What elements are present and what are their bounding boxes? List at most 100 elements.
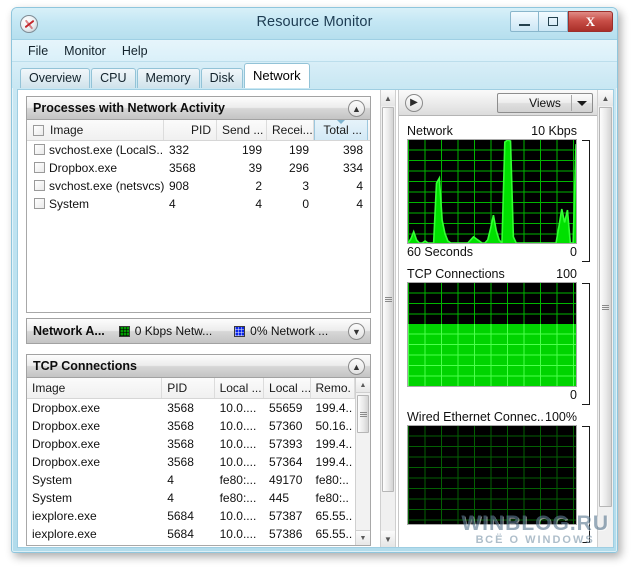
scroll-thumb[interactable]: [382, 107, 394, 492]
processes-panel-header[interactable]: Processes with Network Activity ▲: [26, 96, 371, 120]
row-checkbox[interactable]: [34, 162, 45, 173]
chevron-right-icon[interactable]: ▶: [405, 93, 423, 112]
cell-remote-address: fe80:..: [315, 491, 349, 505]
tcp-grid: Image PID Local ... Local ... Remo. Drop…: [26, 378, 371, 546]
network-activity-header[interactable]: Network A... 0 Kbps Netw... 0% Network .…: [26, 318, 371, 344]
table-row[interactable]: Dropbox.exe 3568 39 296 334: [27, 159, 370, 177]
cell-image: iexplore.exe: [32, 527, 97, 541]
cell-image: System: [49, 197, 90, 211]
table-row[interactable]: System 4 fe80:... 49170 fe80:..: [27, 471, 370, 489]
tab-overview[interactable]: Overview: [20, 68, 91, 88]
graph-network-max: 10 Kbps: [531, 124, 577, 138]
network-activity-bar: Network A... 0 Kbps Netw... 0% Network .…: [26, 318, 371, 344]
row-checkbox[interactable]: [34, 144, 45, 155]
column-header-pid[interactable]: PID: [164, 120, 217, 140]
cell-image: Dropbox.exe: [32, 437, 101, 451]
select-all-checkbox[interactable]: [33, 125, 44, 136]
menu-item-help[interactable]: Help: [114, 42, 156, 60]
scroll-up-button[interactable]: ▲: [381, 90, 395, 106]
cell-local-address: fe80:...: [219, 473, 257, 487]
table-row[interactable]: System 4 4 0 4: [27, 195, 370, 213]
tcp-grid-scrollbar[interactable]: ▲ ▼: [355, 378, 370, 545]
scroll-thumb[interactable]: [599, 107, 612, 507]
cell-pid: 908: [169, 179, 190, 193]
grip-icon: [359, 411, 367, 418]
scroll-thumb[interactable]: [357, 395, 369, 433]
column-header-remote-address[interactable]: Remo.: [311, 378, 356, 398]
table-row[interactable]: Dropbox.exe 3568 10.0.... 57360 50.16..: [27, 417, 370, 435]
axis-bracket: [582, 283, 590, 405]
grip-icon: [602, 304, 609, 311]
cell-send: 4: [255, 197, 262, 211]
menu-item-file[interactable]: File: [20, 42, 56, 60]
column-header-local-port[interactable]: Local ...: [264, 378, 311, 398]
legend-swatch-green-icon: [118, 325, 130, 337]
table-row[interactable]: svchost.exe (LocalS... 332 199 199 398: [27, 141, 370, 159]
table-row[interactable]: iexplore.exe 5684 10.0.... 57387 65.55..: [27, 507, 370, 525]
tab-memory[interactable]: Memory: [136, 68, 200, 88]
graph-stack: Network 10 Kbps 60 Seconds 0 TCP Connect…: [399, 117, 599, 547]
cell-total: 334: [342, 161, 363, 175]
close-button[interactable]: X: [568, 11, 613, 32]
cell-image: svchost.exe (netsvcs): [49, 179, 164, 193]
chevron-up-icon[interactable]: ▲: [348, 358, 365, 375]
maximize-icon: [548, 17, 558, 26]
chevron-up-icon[interactable]: ▲: [348, 100, 365, 117]
column-header-image[interactable]: Image: [27, 378, 163, 398]
maximize-button[interactable]: [539, 11, 568, 32]
column-header-image[interactable]: Image: [27, 120, 164, 140]
table-row[interactable]: Dropbox.exe 3568 10.0.... 57364 199.4..: [27, 453, 370, 471]
row-checkbox[interactable]: [34, 198, 45, 209]
column-header-local-address[interactable]: Local ...: [215, 378, 265, 398]
title-bar: Resource Monitor X: [12, 8, 617, 40]
graph-tcp-footer: 0: [407, 387, 591, 403]
column-header-receive[interactable]: Recei...: [267, 120, 314, 140]
scroll-down-button[interactable]: ▼: [381, 531, 395, 547]
graph-tcp-plot: [407, 282, 577, 387]
cell-local-address: fe80:...: [219, 491, 257, 505]
column-header-pid[interactable]: PID: [162, 378, 215, 398]
cell-image: Dropbox.exe: [32, 419, 101, 433]
column-header-total[interactable]: Total ...: [314, 120, 368, 140]
tab-network[interactable]: Network: [243, 63, 310, 88]
scroll-up-button[interactable]: ▲: [356, 378, 370, 393]
grip-icon: [384, 296, 392, 303]
graph-ethernet-title: Wired Ethernet Connec...: [407, 410, 546, 424]
graph-network-plot: [407, 139, 577, 244]
chevron-down-icon[interactable]: ▼: [348, 323, 365, 340]
table-row[interactable]: Dropbox.exe 3568 10.0.... 55659 199.4..: [27, 399, 370, 417]
tab-disk[interactable]: Disk: [200, 68, 243, 88]
cell-send: 2: [255, 179, 262, 193]
cell-image: Dropbox.exe: [49, 161, 118, 175]
row-checkbox[interactable]: [34, 180, 45, 191]
views-button-label: Views: [529, 96, 561, 110]
table-row[interactable]: Dropbox.exe 3568 10.0.... 57393 199.4..: [27, 435, 370, 453]
left-pane-scrollbar[interactable]: ▲ ▼: [380, 90, 396, 547]
cell-local-address: 10.0....: [219, 401, 257, 415]
tab-cpu[interactable]: CPU: [91, 68, 136, 88]
cell-receive: 199: [288, 143, 309, 157]
table-row[interactable]: svchost.exe (netsvcs) 908 2 3 4: [27, 177, 370, 195]
legend-network-utilization: 0% Network ...: [234, 324, 328, 338]
axis-bracket: [582, 140, 590, 262]
minimize-button[interactable]: [510, 11, 539, 32]
cell-pid: 332: [169, 143, 190, 157]
processes-panel-title: Processes with Network Activity: [33, 101, 225, 115]
graph-pane-scrollbar[interactable]: ▲: [597, 90, 613, 547]
menu-item-monitor[interactable]: Monitor: [56, 42, 114, 60]
table-row[interactable]: iexplore.exe 5684 10.0.... 57386 65.55..: [27, 525, 370, 543]
cell-local-port: 57393: [269, 437, 303, 451]
views-button[interactable]: Views: [497, 93, 593, 113]
sort-descending-icon: [337, 120, 345, 124]
graph-ethernet-max: 100%: [545, 410, 577, 424]
tcp-panel-header[interactable]: TCP Connections ▲: [26, 354, 371, 378]
scroll-up-button[interactable]: ▲: [598, 90, 613, 106]
table-row[interactable]: System 4 fe80:... 445 fe80:..: [27, 489, 370, 507]
processes-grid: Image PID Send ... Recei... Total ... sv…: [26, 120, 371, 313]
column-header-send[interactable]: Send ...: [217, 120, 267, 140]
scroll-down-button[interactable]: ▼: [356, 530, 370, 545]
legend-network-throughput: 0 Kbps Netw...: [118, 324, 212, 338]
cell-pid: 3568: [167, 401, 194, 415]
network-activity-title: Network A...: [33, 324, 105, 338]
cell-pid: 3568: [167, 437, 194, 451]
